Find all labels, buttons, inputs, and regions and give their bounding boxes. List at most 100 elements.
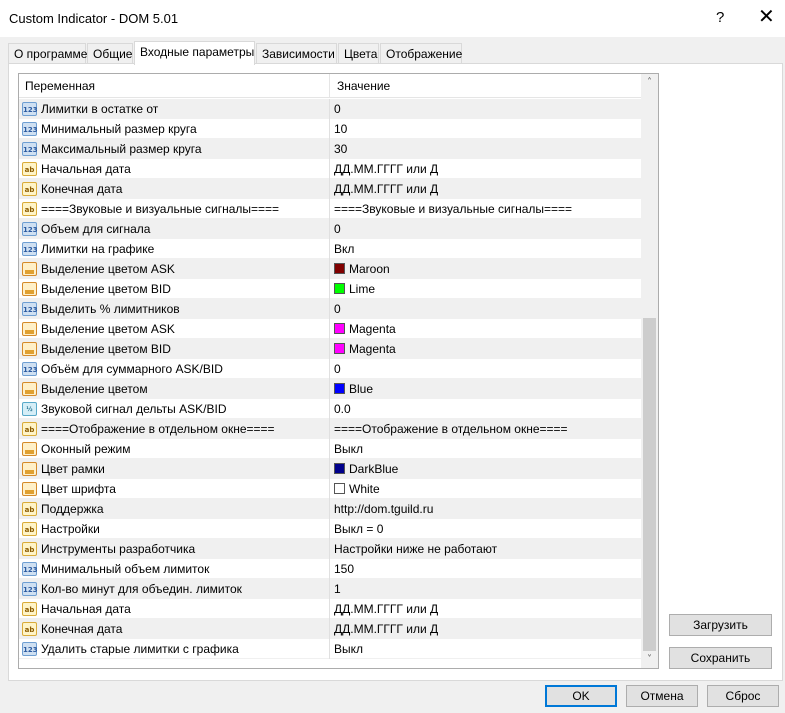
string-icon: ab: [22, 542, 37, 556]
variable-cell: 123 Лимитки на графике: [19, 239, 330, 259]
table-row[interactable]: Цвет рамки DarkBlue: [19, 459, 641, 479]
table-row[interactable]: Выделение цветом BID Magenta: [19, 339, 641, 359]
table-row[interactable]: 123 Объем для сигнала 0: [19, 219, 641, 239]
column-header-variable[interactable]: Переменная: [19, 74, 330, 98]
value-cell[interactable]: ДД.ММ.ГГГГ или Д: [330, 159, 641, 179]
table-row[interactable]: Выделение цветом BID Lime: [19, 279, 641, 299]
save-button[interactable]: Сохранить: [669, 647, 772, 669]
table-row[interactable]: 123 Минимальный объем лимиток 150: [19, 559, 641, 579]
value-cell[interactable]: ДД.ММ.ГГГГ или Д: [330, 599, 641, 619]
table-row[interactable]: 123 Объём для суммарного ASK/BID 0: [19, 359, 641, 379]
tab-visualization[interactable]: Отображение: [380, 43, 462, 64]
table-row[interactable]: ab Поддержка http://dom.tguild.ru: [19, 499, 641, 519]
vertical-scrollbar[interactable]: ˄ ˅: [641, 74, 658, 668]
variable-name: Инструменты разработчика: [41, 542, 196, 556]
table-row[interactable]: Выделение цветом ASK Magenta: [19, 319, 641, 339]
value-cell[interactable]: 10: [330, 119, 641, 139]
table-row[interactable]: ½ Звуковой сигнал дельты ASK/BID 0.0: [19, 399, 641, 419]
value-cell[interactable]: ДД.ММ.ГГГГ или Д: [330, 179, 641, 199]
value-text: Magenta: [349, 322, 396, 336]
value-cell[interactable]: 0.0: [330, 399, 641, 419]
variable-cell: ab Настройки: [19, 519, 330, 539]
value-cell[interactable]: Maroon: [330, 259, 641, 279]
variable-cell: 123 Минимальный объем лимиток: [19, 559, 330, 579]
table-row[interactable]: ab Начальная дата ДД.ММ.ГГГГ или Д: [19, 159, 641, 179]
table-row[interactable]: Цвет шрифта White: [19, 479, 641, 499]
value-cell[interactable]: ====Звуковые и визуальные сигналы====: [330, 199, 641, 219]
value-cell[interactable]: Вкл: [330, 239, 641, 259]
table-row[interactable]: 123 Удалить старые лимитки с графика Выкл: [19, 639, 641, 659]
table-row[interactable]: ab ====Отображение в отдельном окне==== ==…: [19, 419, 641, 439]
value-cell[interactable]: 0: [330, 299, 641, 319]
table-row[interactable]: 123 Минимальный размер круга 10: [19, 119, 641, 139]
variable-name: Объем для сигнала: [41, 222, 151, 236]
value-cell[interactable]: 0: [330, 219, 641, 239]
value-cell[interactable]: Выкл: [330, 639, 641, 659]
value-cell[interactable]: Выкл = 0: [330, 519, 641, 539]
table-row[interactable]: ab Инструменты разработчика Настройки ниже…: [19, 539, 641, 559]
reset-button[interactable]: Сброс: [707, 685, 779, 707]
variable-cell: Выделение цветом BID: [19, 279, 330, 299]
close-button[interactable]: ✕: [758, 6, 775, 26]
tab-inputs[interactable]: Входные параметры: [134, 41, 255, 65]
value-text: Выкл: [334, 642, 364, 656]
tab-colors[interactable]: Цвета: [338, 43, 379, 64]
value-text: ДД.ММ.ГГГГ или Д: [334, 602, 439, 616]
column-header-value[interactable]: Значение: [330, 74, 641, 98]
value-cell[interactable]: Выкл: [330, 439, 641, 459]
value-cell[interactable]: 30: [330, 139, 641, 159]
table-row[interactable]: ab Конечная дата ДД.ММ.ГГГГ или Д: [19, 179, 641, 199]
ok-button[interactable]: OK: [545, 685, 617, 707]
table-row[interactable]: 123 Кол-во минут для объедин. лимиток 1: [19, 579, 641, 599]
table-row[interactable]: 123 Выделить % лимитников 0: [19, 299, 641, 319]
table-row[interactable]: Выделение цветом ASK Maroon: [19, 259, 641, 279]
value-cell[interactable]: ДД.ММ.ГГГГ или Д: [330, 619, 641, 639]
value-cell[interactable]: Magenta: [330, 319, 641, 339]
variable-cell: 123 Объем для сигнала: [19, 219, 330, 239]
variable-cell: 123 Лимитки в остатке от: [19, 99, 330, 119]
color-swatch: [334, 383, 345, 394]
scroll-up-arrow-icon[interactable]: ˄: [641, 74, 658, 91]
value-cell[interactable]: Blue: [330, 379, 641, 399]
value-cell[interactable]: 1: [330, 579, 641, 599]
value-cell[interactable]: Lime: [330, 279, 641, 299]
title-bar: Custom Indicator - DOM 5.01 ? ✕: [0, 0, 785, 37]
tab-common[interactable]: Общие: [87, 43, 133, 64]
value-cell[interactable]: 150: [330, 559, 641, 579]
value-cell[interactable]: Настройки ниже не работают: [330, 539, 641, 559]
value-cell[interactable]: 0: [330, 99, 641, 119]
cancel-button[interactable]: Отмена: [626, 685, 698, 707]
table-row[interactable]: ab Конечная дата ДД.ММ.ГГГГ или Д: [19, 619, 641, 639]
table-row[interactable]: ab Начальная дата ДД.ММ.ГГГГ или Д: [19, 599, 641, 619]
color-swatch: [334, 483, 345, 494]
value-text: 0: [334, 362, 341, 376]
table-row[interactable]: 123 Лимитки на графике Вкл: [19, 239, 641, 259]
int-icon: 123: [22, 142, 38, 156]
color-icon: [22, 462, 37, 476]
variable-cell: 123 Выделить % лимитников: [19, 299, 330, 319]
value-cell[interactable]: DarkBlue: [330, 459, 641, 479]
load-button[interactable]: Загрузить: [669, 614, 772, 636]
value-cell[interactable]: 0: [330, 359, 641, 379]
value-text: ДД.ММ.ГГГГ или Д: [334, 622, 439, 636]
value-cell[interactable]: Magenta: [330, 339, 641, 359]
table-row[interactable]: ab ====Звуковые и визуальные сигналы==== =…: [19, 199, 641, 219]
tab-about[interactable]: О программе: [8, 43, 87, 64]
variable-name: Лимитки в остатке от: [41, 102, 159, 116]
table-row[interactable]: ab Настройки Выкл = 0: [19, 519, 641, 539]
int-icon: 123: [22, 582, 38, 596]
value-cell[interactable]: White: [330, 479, 641, 499]
table-row[interactable]: Выделение цветом Blue: [19, 379, 641, 399]
value-cell[interactable]: http://dom.tguild.ru: [330, 499, 641, 519]
tab-dependencies[interactable]: Зависимости: [256, 43, 337, 64]
help-button[interactable]: ?: [716, 9, 724, 26]
table-row[interactable]: Оконный режим Выкл: [19, 439, 641, 459]
value-cell[interactable]: ====Отображение в отдельном окне====: [330, 419, 641, 439]
scrollbar-thumb[interactable]: [643, 318, 656, 651]
variable-name: Цвет рамки: [41, 462, 105, 476]
scroll-down-arrow-icon[interactable]: ˅: [641, 651, 658, 668]
string-icon: ab: [22, 522, 37, 536]
table-row[interactable]: 123 Максимальный размер круга 30: [19, 139, 641, 159]
table-row[interactable]: 123 Лимитки в остатке от 0: [19, 99, 641, 119]
string-icon: ab: [22, 602, 37, 616]
